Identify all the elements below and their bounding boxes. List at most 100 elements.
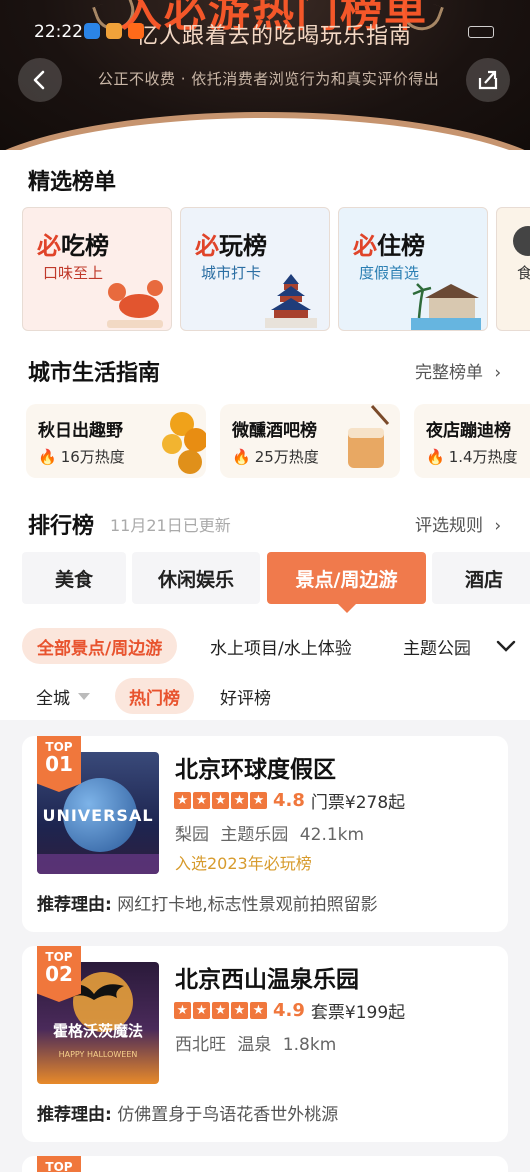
featured-card-title: 必吃榜 [37, 226, 109, 261]
bi-mark: 必 [195, 232, 219, 260]
ranking-title: 排行榜 [28, 514, 95, 539]
star-rating-icon: ★ ★ ★ ★ ★ [174, 1002, 267, 1019]
guide-item-bar[interactable]: 微醺酒吧榜 🔥 25万热度 [220, 404, 400, 478]
reason-text: 仿佛置身于鸟语花香世外桃源 [117, 1105, 339, 1125]
featured-card-name: 玩榜 [219, 232, 267, 260]
guide-heat-value: 1.4万热度 [448, 448, 518, 466]
item-price: 套票¥199起 [310, 1003, 406, 1023]
thumbnail-lights [37, 854, 159, 874]
item-price: 门票¥278起 [310, 793, 406, 813]
tab-hotel[interactable]: 酒店 [432, 552, 530, 604]
header-curve [0, 118, 530, 150]
temple-of-heaven-icon [265, 274, 317, 328]
rank-badge-num: 01 [45, 752, 73, 776]
featured-card-title: 必住榜 [353, 226, 425, 261]
chevron-right-icon: › [494, 516, 502, 536]
bi-mark: 必 [37, 232, 61, 260]
item-award: 入选2023年必玩榜 [175, 854, 312, 873]
expand-subcats-button[interactable] [482, 628, 530, 664]
fire-icon: 🔥 [38, 448, 57, 466]
tab-food[interactable]: 美食 [22, 552, 126, 604]
featured-card-play[interactable]: 必玩榜 城市打卡 [180, 207, 330, 331]
header-tagline: 公正不收费 · 依托消费者浏览行为和真实评价得出 [98, 70, 440, 88]
star-rating-icon: ★ ★ ★ ★ ★ [174, 792, 267, 809]
reason-label: 推荐理由: [37, 895, 112, 915]
subcat-water[interactable]: 水上项目/水上体验 [210, 628, 352, 664]
item-name: 北京西山温泉乐园 [175, 967, 359, 993]
guide-item-heat: 🔥 25万热度 [232, 446, 319, 467]
guide-item-name: 夜店蹦迪榜 [426, 421, 511, 441]
osmanthus-icon [162, 412, 206, 474]
item-rating: ★ ★ ★ ★ ★ 4.9 套票¥199起 [174, 998, 405, 1023]
featured-card-sub: 食 [517, 262, 530, 283]
item-name: 北京环球度假区 [175, 757, 336, 783]
tab-attractions[interactable]: 景点/周边游 [267, 552, 426, 604]
rank-badge: TOP 01 [37, 736, 81, 792]
guide-item-heat: 🔥 16万热度 [38, 446, 125, 467]
rating-score: 4.9 [273, 1000, 305, 1021]
good-review-filter[interactable]: 好评榜 [220, 678, 271, 714]
city-filter[interactable]: 全城 [36, 678, 90, 714]
rules-label: 评选规则 [415, 516, 483, 536]
thumbnail-text: UNIVERSAL [42, 806, 154, 825]
tab-pointer [338, 604, 356, 613]
featured-title: 精选榜单 [28, 170, 117, 195]
list-item[interactable]: TOP 01 UNIVERSAL 北京环球度假区 ★ ★ ★ ★ ★ 4.8 门票¥27… [22, 736, 508, 932]
item-rating: ★ ★ ★ ★ ★ 4.8 门票¥278起 [174, 788, 405, 813]
item-meta: 西北旺 温泉 1.8km [175, 1035, 337, 1055]
rules-link[interactable]: 评选规则 › [415, 511, 501, 536]
battery-icon [468, 26, 494, 38]
featured-card-food[interactable]: 食 [496, 207, 530, 331]
guide-heat-value: 25万热度 [254, 448, 319, 466]
guide-heat-value: 16万热度 [60, 448, 125, 466]
rating-score: 4.8 [273, 790, 305, 811]
featured-card-sub: 度假首选 [359, 264, 420, 282]
rank-badge-num: 02 [45, 962, 73, 986]
tab-leisure[interactable]: 休闲娱乐 [132, 552, 260, 604]
taobao-icon [128, 23, 144, 39]
list-item[interactable]: TOP 02 霍格沃茨魔法 HAPPY HALLOWEEN 北京西山温泉乐园 ★… [22, 946, 508, 1142]
reason-label: 推荐理由: [37, 1105, 112, 1125]
thumbnail-text: 霍格沃茨魔法 [52, 1022, 143, 1040]
item-meta: 梨园 主题乐园 42.1km [175, 825, 365, 845]
fire-icon: 🔥 [232, 448, 251, 466]
featured-card-stay[interactable]: 必住榜 度假首选 [338, 207, 488, 331]
chevron-right-icon: › [494, 363, 502, 383]
featured-card-eat[interactable]: 必吃榜 口味至上 [22, 207, 172, 331]
rank-badge-top: TOP [45, 1160, 73, 1172]
featured-card-sub: 口味至上 [43, 264, 104, 282]
subcat-all-attractions[interactable]: 全部景点/周边游 [22, 628, 178, 664]
share-button[interactable] [466, 58, 510, 102]
guide-item-autumn[interactable]: 秋日出趣野 🔥 16万热度 [26, 404, 206, 478]
guide-item-heat: 🔥 1.4万热度 [426, 446, 518, 467]
full-list-label: 完整榜单 [415, 363, 483, 383]
rank-badge: TOP [37, 1156, 81, 1172]
featured-card-name: 吃榜 [61, 232, 109, 260]
resort-icon [411, 283, 481, 330]
guide-item-disco[interactable]: 夜店蹦迪榜 🔥 1.4万热度 [414, 404, 530, 478]
page-header: 入必游热门榜单 亿人跟着去的吃喝玩乐指南 22:22 公正不收费 · 依托消费者… [0, 0, 530, 150]
full-list-link[interactable]: 完整榜单 › [415, 358, 501, 383]
status-icons [84, 23, 144, 39]
bi-mark: 必 [353, 232, 377, 260]
thumbnail-subtext: HAPPY HALLOWEEN [58, 1050, 138, 1059]
back-arrow-icon [33, 70, 45, 90]
subcat-theme-park[interactable]: 主题公园 [403, 628, 471, 664]
hot-list-filter[interactable]: 热门榜 [115, 678, 194, 714]
city-filter-label: 全城 [36, 688, 70, 709]
featured-card-name: 住榜 [377, 232, 425, 260]
featured-card-title: 必玩榜 [195, 226, 267, 261]
item-reason: 推荐理由: 网红打卡地,标志性景观前拍照留影 [37, 890, 378, 915]
item-reason: 推荐理由: 仿佛置身于鸟语花香世外桃源 [37, 1100, 338, 1125]
city-guide-title: 城市生活指南 [28, 361, 161, 386]
app-notify-icon [106, 23, 122, 39]
cocktail-icon [348, 405, 390, 468]
category-tabs: 美食 休闲娱乐 景点/周边游 酒店 [0, 552, 530, 613]
back-button[interactable] [18, 58, 62, 102]
main-panel: 精选榜单 必吃榜 口味至上 必玩榜 城市打卡 必住榜 度假首选 城市生活指南 完… [0, 150, 530, 720]
featured-card-sub: 城市打卡 [201, 264, 262, 282]
ranking-updated: 11月21日已更新 [110, 516, 231, 535]
lobster-icon [107, 280, 163, 328]
reason-text: 网红打卡地,标志性景观前拍照留影 [117, 895, 378, 915]
list-item[interactable]: TOP [22, 1156, 508, 1172]
